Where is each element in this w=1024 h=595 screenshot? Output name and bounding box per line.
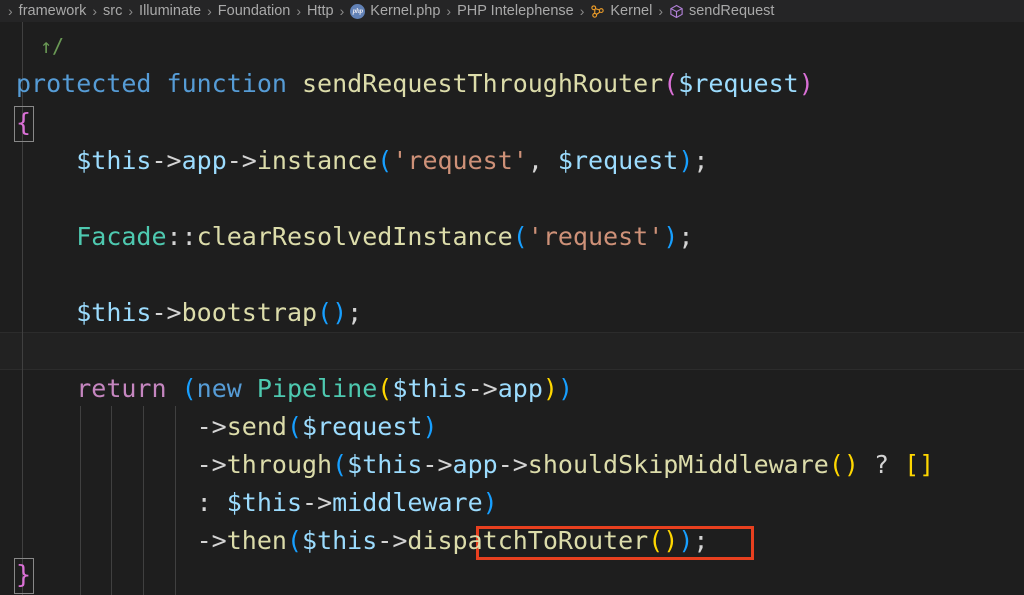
class-symbol-icon [590,4,605,19]
breadcrumb-label: PHP Intelephense [457,3,574,19]
code-line-send[interactable]: ->send($request) [16,408,438,446]
breadcrumb-item-php-intelephense[interactable]: PHP Intelephense [457,3,574,19]
breadcrumb-separator: › [446,3,452,19]
breadcrumb-item-kernel-php[interactable]: php Kernel.php [350,3,440,19]
breadcrumb-item-foundation[interactable]: Foundation [218,3,291,19]
code-editor[interactable]: ↑/ protected function sendRequestThrough… [0,22,1024,595]
breadcrumb-label: framework [18,3,87,19]
breadcrumb-item-kernel-class[interactable]: Kernel [590,3,652,19]
breadcrumb-label: Illuminate [139,3,202,19]
code-line-then-dispatch[interactable]: ->then($this->dispatchToRouter()); [16,522,709,560]
breadcrumb-label: Http [307,3,334,19]
breadcrumb-label: Kernel.php [370,3,441,19]
code-line-return-pipeline[interactable]: return (new Pipeline($this->app)) [16,370,573,408]
breadcrumb-separator: › [579,3,585,19]
breadcrumb-item-framework[interactable]: framework [19,3,87,19]
breadcrumb-separator: › [339,3,345,19]
breadcrumb-label: Kernel [610,3,653,19]
breadcrumb-item-src[interactable]: src [103,3,122,19]
breadcrumb-label: Foundation [217,3,291,19]
code-line-middleware[interactable]: : $this->middleware) [16,484,498,522]
code-line-through[interactable]: ->through($this->app->shouldSkipMiddlewa… [16,446,935,484]
breadcrumb-separator: › [8,3,13,19]
code-line-facade-clear[interactable]: Facade::clearResolvedInstance('request')… [16,218,693,256]
breadcrumb-item-http[interactable]: Http [307,3,334,19]
code-line-function-signature[interactable]: protected function sendRequestThroughRou… [16,65,814,103]
method-symbol-icon [669,4,684,19]
breadcrumb-separator: › [207,3,212,19]
code-line-close-brace[interactable]: } [16,556,31,594]
code-line-app-instance[interactable]: $this->app->instance('request', $request… [16,142,708,180]
breadcrumb-separator: › [658,3,663,19]
php-file-icon: php [350,3,366,19]
breadcrumb-separator: › [92,3,98,19]
current-line-highlight [0,332,1024,370]
breadcrumb-label: src [103,3,123,19]
code-line-open-brace[interactable]: { [16,104,31,142]
breadcrumb-separator: › [128,3,134,19]
breadcrumb-label: sendRequest [688,3,775,19]
breadcrumb-item-illuminate[interactable]: Illuminate [139,3,201,19]
breadcrumb: › framework › src › Illuminate › Foundat… [0,0,1024,22]
breadcrumb-item-sendrequest-method[interactable]: sendRequest [669,3,774,19]
breadcrumb-separator: › [296,3,302,19]
code-line-bootstrap[interactable]: $this->bootstrap(); [16,294,362,332]
